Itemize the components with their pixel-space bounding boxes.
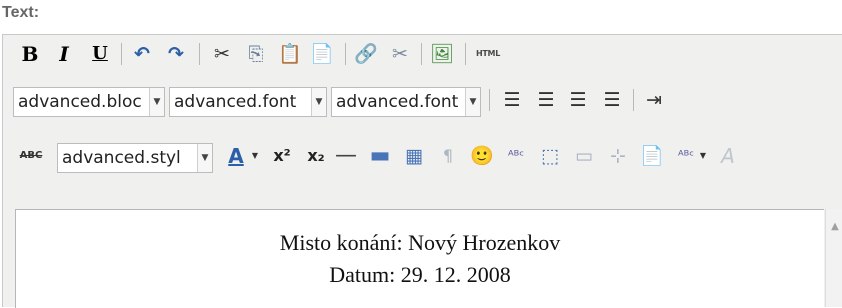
- font-family-value: advanced.font: [174, 92, 297, 112]
- unlink-icon[interactable]: ✂: [387, 41, 413, 67]
- chevron-down-icon[interactable]: ▼: [249, 143, 261, 169]
- chevron-down-icon: ▼: [465, 88, 480, 116]
- image-icon[interactable]: 🖼: [429, 41, 455, 67]
- spellcheck-options-icon[interactable]: ᴬᴮᶜ: [673, 143, 699, 169]
- indent-icon[interactable]: ⇥: [641, 87, 667, 113]
- align-center-icon[interactable]: ☰: [533, 87, 559, 113]
- link-icon[interactable]: 🔗: [353, 41, 379, 67]
- italic-button[interactable]: I: [51, 41, 77, 67]
- pilcrow-icon[interactable]: ¶: [435, 143, 461, 169]
- toolbar-separator: [489, 89, 490, 111]
- font-size-value: advanced.font: [336, 92, 459, 112]
- content-line-venue: Misto konání: Nový Hrozenkov: [279, 230, 561, 255]
- scroll-up-arrow-icon[interactable]: ▲: [827, 221, 842, 233]
- toolbar-separator: [633, 89, 634, 111]
- toolbar-separator: [199, 43, 200, 65]
- paste-text-icon[interactable]: 📄: [309, 41, 335, 67]
- emoticon-icon[interactable]: 🙂: [469, 143, 495, 169]
- style-value: advanced.styl: [62, 148, 181, 168]
- table-icon[interactable]: ▦: [401, 143, 427, 169]
- style-more-icon[interactable]: A: [715, 143, 741, 169]
- superscript-icon[interactable]: x²: [269, 143, 295, 169]
- editor-content-area[interactable]: Misto konání: Nový Hrozenkov Datum: 29. …: [15, 209, 824, 308]
- style-select[interactable]: advanced.styl ▼: [57, 143, 213, 173]
- block-format-value: advanced.bloc: [18, 92, 142, 112]
- strikethrough-button[interactable]: ABC: [13, 143, 49, 169]
- crop-icon[interactable]: ⊹: [605, 143, 631, 169]
- subscript-icon[interactable]: x₂: [303, 143, 329, 169]
- toolbar-row-2: advanced.bloc ▼ advanced.font ▼ advanced…: [3, 81, 842, 117]
- redo-icon[interactable]: ↷: [163, 41, 189, 67]
- rich-text-editor: B I U ↶ ↷ ✂ ⎘ 📋 📄 🔗 ✂ 🖼 HTML advanced.bl…: [2, 34, 842, 308]
- toolbar-row-3: ABC advanced.styl ▼ A ▼ x² x₂ — ▬ ▦ ¶ 🙂 …: [3, 137, 842, 173]
- toolbar-separator: [345, 43, 346, 65]
- font-size-select[interactable]: advanced.font ▼: [331, 87, 481, 117]
- layer-icon[interactable]: ▭: [571, 143, 597, 169]
- spellcheck-icon[interactable]: ᴬᴮᶜ: [503, 143, 529, 169]
- toolbar-row-1: B I U ↶ ↷ ✂ ⎘ 📋 📄 🔗 ✂ 🖼 HTML: [3, 35, 842, 71]
- anchor-icon[interactable]: ⬚: [537, 143, 563, 169]
- html-source-button[interactable]: HTML: [471, 41, 505, 67]
- align-left-icon[interactable]: ☰: [499, 87, 525, 113]
- chevron-down-icon: ▼: [311, 88, 326, 116]
- content-line-date: Datum: 29. 12. 2008: [329, 262, 511, 287]
- block-format-select[interactable]: advanced.bloc ▼: [13, 87, 165, 117]
- horizontal-rule-icon[interactable]: —: [333, 143, 359, 169]
- copy-icon[interactable]: ⎘: [243, 41, 269, 67]
- justify-icon[interactable]: ☰: [599, 87, 625, 113]
- chevron-down-icon: ▼: [197, 144, 212, 172]
- chevron-down-icon: ▼: [149, 88, 164, 116]
- bold-button[interactable]: B: [17, 41, 43, 67]
- chevron-down-icon[interactable]: ▼: [697, 143, 709, 169]
- template-icon[interactable]: 📄: [639, 143, 665, 169]
- cut-icon[interactable]: ✂: [209, 41, 235, 67]
- undo-icon[interactable]: ↶: [129, 41, 155, 67]
- field-label: Text:: [2, 4, 40, 21]
- text-color-button[interactable]: A: [223, 143, 249, 169]
- paste-icon[interactable]: 📋: [277, 41, 303, 67]
- font-family-select[interactable]: advanced.font ▼: [169, 87, 327, 117]
- remove-format-icon[interactable]: ▬: [367, 143, 393, 169]
- underline-button[interactable]: U: [87, 41, 113, 67]
- toolbar-separator: [121, 43, 122, 65]
- toolbar-separator: [465, 43, 466, 65]
- align-right-icon[interactable]: ☰: [565, 87, 591, 113]
- toolbar-separator: [421, 43, 422, 65]
